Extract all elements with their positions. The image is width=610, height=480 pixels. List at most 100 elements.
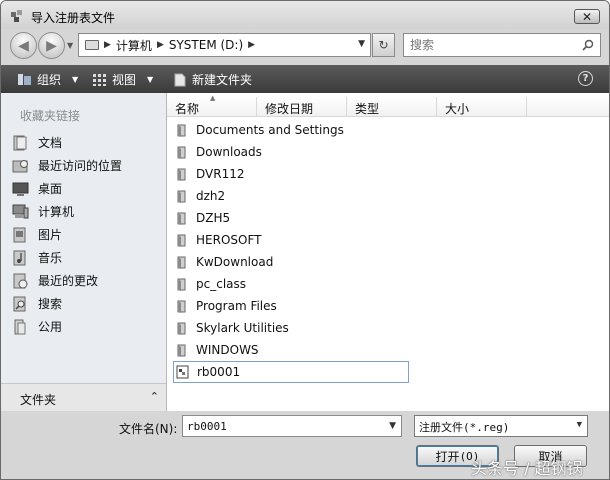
search-icon[interactable] [582, 39, 594, 51]
favorite-links-list: 文档 最近访问的位置 桌面 计算机 图片 音乐 最近的更改 搜索 公用 [12, 131, 122, 338]
nav-item-recent-places[interactable]: 最近访问的位置 [12, 154, 122, 177]
organize-label: 组织 [37, 73, 62, 87]
desktop-icon [12, 182, 29, 196]
views-menu-button[interactable]: 视图 ▼ [93, 71, 153, 88]
registry-icon [11, 10, 22, 22]
chevron-down-icon: ▼ [72, 75, 79, 84]
folder-icon [177, 212, 186, 225]
organize-menu-button[interactable]: 组织 ▼ [17, 71, 78, 88]
chevron-down-icon[interactable]: ▼ [389, 421, 396, 431]
nav-item-music[interactable]: 音乐 [12, 246, 122, 269]
search-folder-icon [13, 296, 26, 311]
back-button[interactable]: ◀ [10, 32, 37, 59]
search-box[interactable] [403, 33, 601, 57]
refresh-button[interactable]: ↻ [372, 33, 395, 57]
help-icon[interactable]: ? [578, 71, 593, 86]
list-item[interactable]: pc_class [173, 273, 409, 295]
nav-item-public[interactable]: 公用 [12, 315, 122, 338]
nav-item-documents[interactable]: 文档 [12, 131, 122, 154]
new-folder-button[interactable]: 新建文件夹 [173, 71, 252, 88]
breadcrumb-separator-icon[interactable]: ▶ [248, 40, 255, 50]
folder-icon [177, 168, 186, 181]
sort-ascending-icon: ▲ [210, 94, 216, 102]
nav-item-computer[interactable]: 计算机 [12, 200, 122, 223]
recent-pages-dropdown-icon[interactable]: ▼ [67, 41, 73, 50]
title-bar[interactable]: 导入注册表文件 ✕ [1, 1, 609, 29]
pictures-icon [13, 227, 26, 242]
file-list: Documents and Settings Downloads DVR112 … [173, 119, 409, 383]
breadcrumb-computer[interactable]: 计算机 [116, 37, 152, 54]
breadcrumb-drive[interactable]: SYSTEM (D:) [169, 38, 243, 52]
column-header-type[interactable]: 类型 [347, 97, 437, 117]
search-input[interactable] [410, 35, 580, 55]
column-header-name[interactable]: ▲ 名称 [167, 94, 257, 117]
list-item[interactable]: Skylark Utilities [173, 317, 409, 339]
list-item[interactable]: Downloads [173, 141, 409, 163]
back-arrow-icon: ◀ [18, 37, 29, 54]
filename-input[interactable] [187, 417, 377, 435]
list-item-selected[interactable]: rb0001 [173, 361, 409, 383]
recent-places-icon [12, 159, 28, 172]
close-button[interactable]: ✕ [574, 9, 600, 24]
list-item[interactable]: KwDownload [173, 251, 409, 273]
drive-icon [85, 40, 99, 50]
chevron-up-icon[interactable]: ⌃ [150, 390, 159, 403]
list-item[interactable]: DVR112 [173, 163, 409, 185]
nav-item-pictures[interactable]: 图片 [12, 223, 122, 246]
folders-label: 文件夹 [20, 393, 57, 407]
address-bar[interactable]: ▶ 计算机 ▶ SYSTEM (D:) ▶ ▼ [78, 33, 371, 57]
folder-icon [177, 234, 186, 247]
navigation-pane: 收藏夹链接 文档 最近访问的位置 桌面 计算机 图片 音乐 最近的更改 搜索 公… [1, 93, 167, 411]
forward-arrow-icon: ▶ [46, 37, 57, 54]
list-item[interactable]: HEROSOFT [173, 229, 409, 251]
favorite-links-header: 收藏夹链接 [20, 109, 81, 123]
column-header-size[interactable]: 大小 [437, 97, 527, 117]
command-toolbar: 组织 ▼ 视图 ▼ 新建文件夹 ? [1, 65, 609, 93]
new-folder-label: 新建文件夹 [192, 73, 253, 87]
new-folder-icon [174, 73, 186, 86]
list-item[interactable]: Program Files [173, 295, 409, 317]
column-headers: ▲ 名称 修改日期 类型 大小 [167, 94, 609, 117]
filename-label: 文件名(N): [119, 422, 178, 436]
file-list-pane: ▲ 名称 修改日期 类型 大小 Documents and Settings D… [167, 93, 609, 411]
recent-changes-icon [13, 273, 28, 288]
nav-item-desktop[interactable]: 桌面 [12, 177, 122, 200]
folder-icon [177, 146, 186, 159]
column-header-modified[interactable]: 修改日期 [257, 97, 347, 117]
import-registry-dialog: 导入注册表文件 ✕ ◀ ▶ ▼ ▶ 计算机 ▶ SYSTEM (D:) ▶ ▼ … [0, 0, 610, 480]
close-icon: ✕ [581, 9, 593, 24]
address-dropdown-icon[interactable]: ▼ [358, 39, 365, 49]
folder-icon [177, 278, 186, 291]
filetype-select[interactable]: 注册文件(*.reg) ▼ [414, 415, 588, 437]
chevron-down-icon: ▼ [576, 420, 582, 430]
views-label: 视图 [112, 73, 137, 87]
nav-item-recent-changes[interactable]: 最近的更改 [12, 269, 122, 292]
list-item[interactable]: WINDOWS [173, 339, 409, 361]
refresh-icon: ↻ [378, 38, 389, 52]
dialog-footer: 文件名(N): ▼ 注册文件(*.reg) ▼ 打开 (O) 取消 头条号 / … [1, 411, 609, 479]
window-title: 导入注册表文件 [31, 11, 116, 25]
computer-icon [12, 204, 29, 218]
folders-toggle-bar[interactable]: 文件夹 ⌃ [1, 383, 166, 411]
forward-button[interactable]: ▶ [38, 32, 65, 59]
registry-file-icon [176, 365, 189, 379]
folder-icon [177, 344, 186, 357]
navigation-row: ◀ ▶ ▼ ▶ 计算机 ▶ SYSTEM (D:) ▶ ▼ ↻ [1, 29, 609, 63]
breadcrumb-separator-icon[interactable]: ▶ [104, 40, 111, 50]
chevron-down-icon: ▼ [147, 75, 154, 84]
nav-item-search[interactable]: 搜索 [12, 292, 122, 315]
public-icon [14, 319, 26, 334]
breadcrumb-separator-icon[interactable]: ▶ [157, 40, 164, 50]
folder-icon [177, 300, 186, 313]
folder-icon [177, 124, 186, 137]
folder-icon [177, 322, 186, 335]
folder-icon [177, 190, 186, 203]
organize-icon [18, 74, 31, 85]
folder-icon [177, 256, 186, 269]
watermark-text: 头条号 / 超钢锅 [471, 459, 583, 478]
list-item[interactable]: Documents and Settings [173, 119, 409, 141]
list-item[interactable]: DZH5 [173, 207, 409, 229]
documents-icon [13, 135, 27, 150]
list-item[interactable]: dzh2 [173, 185, 409, 207]
filename-combobox[interactable]: ▼ [182, 415, 402, 437]
